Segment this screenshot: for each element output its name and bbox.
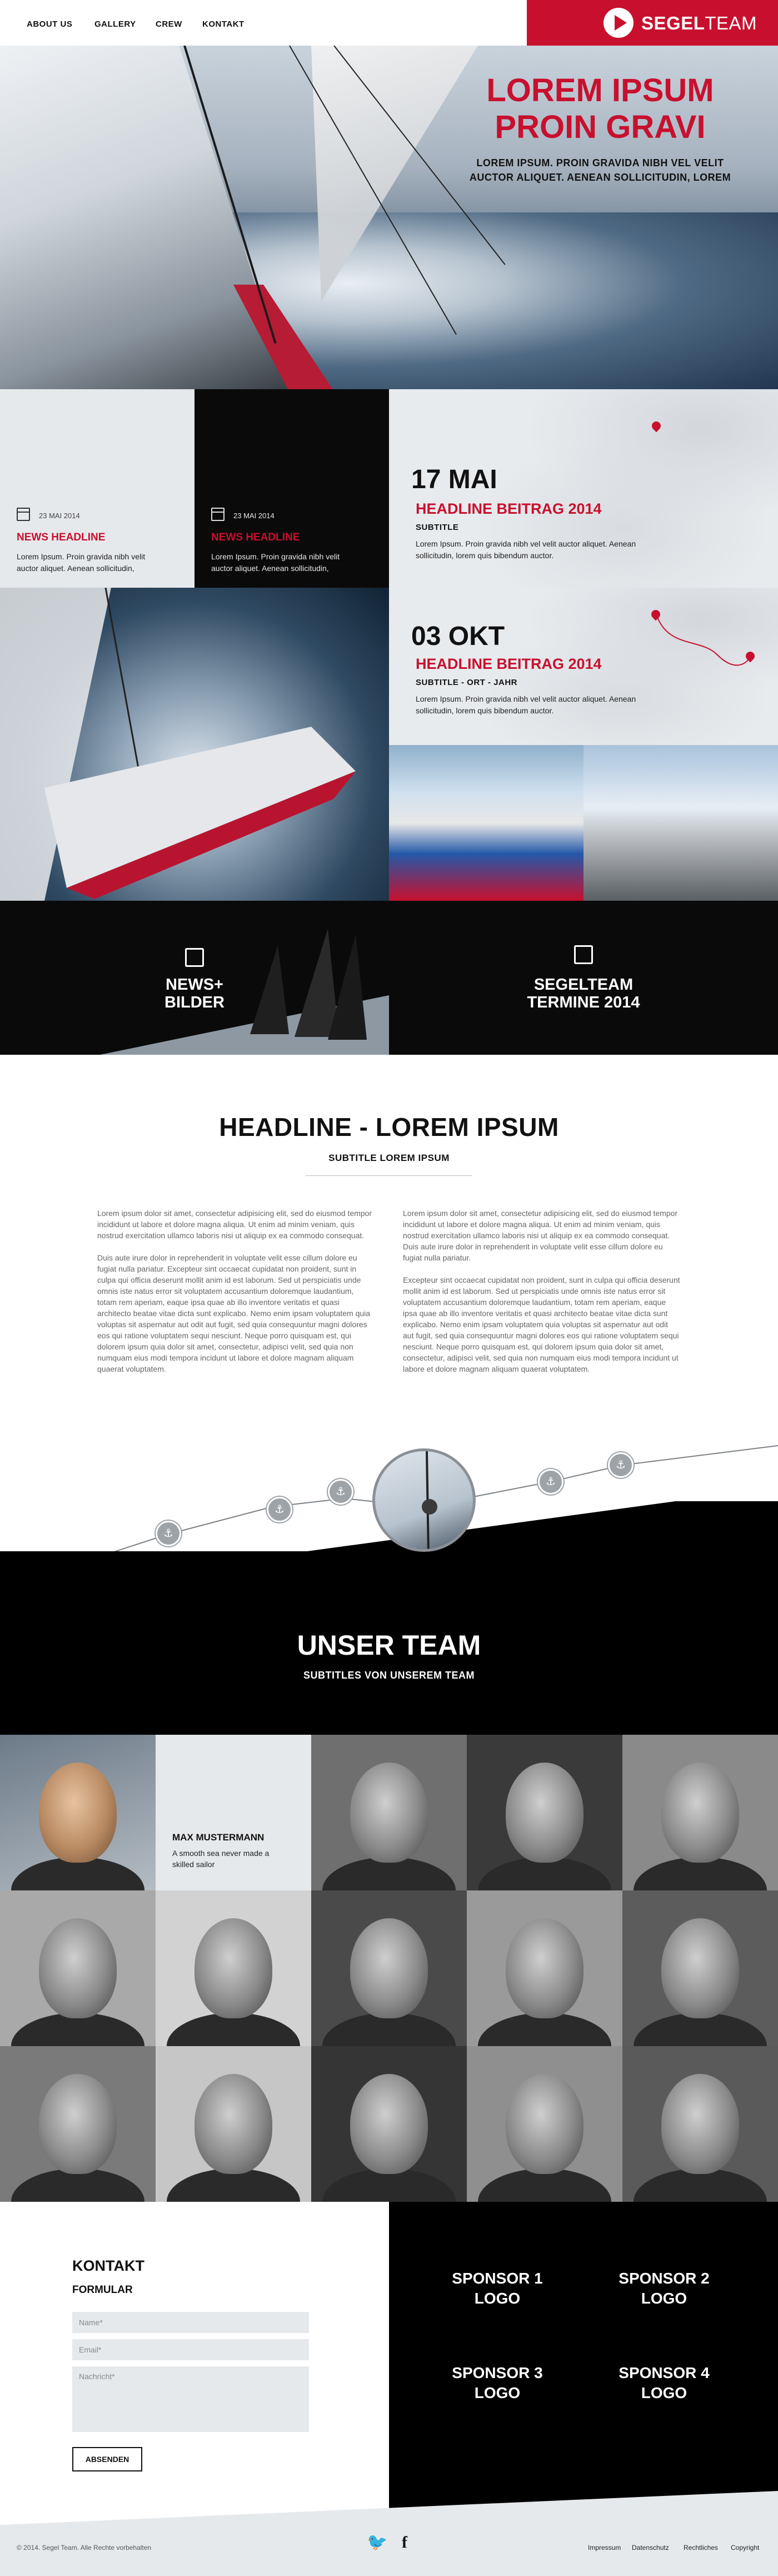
send-button[interactable]: ABSENDEN xyxy=(72,2447,142,2471)
team-member-photo[interactable] xyxy=(0,1890,156,2046)
team-member-photo[interactable] xyxy=(622,1735,778,1890)
event-card[interactable]: 17 MAI HEADLINE BEITRAG 2014 SUBTITLE Lo… xyxy=(389,389,778,588)
paragraph: Excepteur sint occaecat cupidatat non pr… xyxy=(403,1275,680,1373)
team-title: UNSER TEAM xyxy=(297,1630,481,1661)
timeline-node[interactable] xyxy=(608,1452,634,1478)
footer xyxy=(0,2491,778,2576)
news-date: 23 MAI 2014 xyxy=(233,512,275,520)
news-text: Lorem Ipsum. Proin gravida nibh velit au… xyxy=(211,552,340,573)
brand-logo[interactable]: SEGELTEAM xyxy=(527,0,778,46)
timeline-node[interactable] xyxy=(267,1497,292,1522)
footer-link-impressum[interactable]: Impressum xyxy=(588,2544,621,2552)
news-headline: NEWS HEADLINE xyxy=(211,532,300,543)
cta-news-label: NEWS+ BILDER xyxy=(0,976,389,1011)
contact-title: KONTAKT xyxy=(72,2257,144,2274)
team-member-photo[interactable] xyxy=(467,1890,622,2046)
cta-termine-label: SEGELTEAM TERMINE 2014 xyxy=(389,976,778,1011)
event-title: HEADLINE BEITRAG 2014 xyxy=(416,656,602,672)
team-member-card[interactable]: MAX MUSTERMANN A smooth sea never made a… xyxy=(156,1735,311,1890)
news-card[interactable]: 23 MAI 2014 NEWS HEADLINE Lorem Ipsum. P… xyxy=(0,389,194,588)
team-member-photo[interactable] xyxy=(311,1735,467,1890)
timeline-node[interactable] xyxy=(328,1479,353,1505)
content-column-left: Lorem ipsum dolor sit amet, consectetur … xyxy=(97,1208,375,1374)
member-description: A smooth sea never made a skilled sailor xyxy=(172,1849,270,1869)
hero-title: LOREM IPSUM PROIN GRAVI xyxy=(428,72,772,146)
footer-link-rechtliches[interactable]: Rechtliches xyxy=(684,2544,718,2552)
name-field[interactable] xyxy=(72,2312,309,2333)
hero-subtitle-line: AUCTOR ALIQUET. AENEAN SOLLICITUDIN, LOR… xyxy=(469,172,731,183)
deck-photo xyxy=(584,745,778,901)
calendar-icon xyxy=(17,508,30,521)
team-member-photo[interactable] xyxy=(467,1735,622,1890)
contact-subtitle: FORMULAR xyxy=(72,2284,133,2296)
flag-photo xyxy=(389,745,584,901)
calendar-icon xyxy=(211,508,225,521)
event-text: Lorem Ipsum. Proin gravida nibh vel veli… xyxy=(416,539,636,560)
member-name: MAX MUSTERMANN xyxy=(172,1832,265,1843)
news-card[interactable]: 23 MAI 2014 NEWS HEADLINE Lorem Ipsum. P… xyxy=(194,389,389,588)
paragraph: Lorem ipsum dolor sit amet, consectetur … xyxy=(403,1209,678,1262)
timeline-node[interactable] xyxy=(538,1469,563,1495)
hero-subtitle-line: LOREM IPSUM. PROIN GRAVIDA NIBH VEL VELI… xyxy=(476,157,724,168)
event-card[interactable]: 03 OKT HEADLINE BEITRAG 2014 SUBTITLE - … xyxy=(389,588,778,745)
sponsor-logo[interactable]: SPONSOR 2 LOGO xyxy=(595,2269,734,2309)
event-date: 17 MAI xyxy=(411,465,497,494)
timeline-featured-photo[interactable] xyxy=(372,1448,476,1552)
news-text: Lorem Ipsum. Proin gravida nibh velit au… xyxy=(17,552,146,573)
news-headline: NEWS HEADLINE xyxy=(17,532,106,543)
footer-link-datenschutz[interactable]: Datenschutz xyxy=(632,2544,669,2552)
message-field[interactable] xyxy=(72,2366,309,2432)
event-text: Lorem Ipsum. Proin gravida nibh vel veli… xyxy=(416,694,636,715)
event-title: HEADLINE BEITRAG 2014 xyxy=(416,500,602,517)
nav-link-kontakt[interactable]: KONTAKT xyxy=(202,19,245,29)
team-member-photo[interactable] xyxy=(467,2046,622,2202)
team-member-photo[interactable] xyxy=(622,1890,778,2046)
event-date: 03 OKT xyxy=(411,622,505,651)
email-field[interactable] xyxy=(72,2339,309,2360)
team-member-photo[interactable] xyxy=(156,2046,311,2202)
footer-link-copyright[interactable]: Copyright xyxy=(731,2544,759,2552)
event-subtitle: SUBTITLE - ORT - JAHR xyxy=(416,678,517,687)
copyright-text: © 2014. Segel Team. Alle Rechte vorbehal… xyxy=(17,2544,152,2552)
nav-link-about-us[interactable]: ABOUT US xyxy=(27,19,72,29)
calendar-icon xyxy=(574,945,593,964)
team-member-photo[interactable] xyxy=(622,2046,778,2202)
cta-termine-line: TERMINE 2014 xyxy=(527,994,640,1011)
facebook-icon[interactable]: f xyxy=(395,2533,415,2553)
timeline-node[interactable] xyxy=(156,1521,181,1546)
brand-name: SEGELTEAM xyxy=(641,13,757,33)
team-member-photo[interactable] xyxy=(0,1735,156,1890)
hero-title-line: PROIN GRAVI xyxy=(495,109,706,145)
team-member-photo[interactable] xyxy=(0,2046,156,2202)
sponsor-logo[interactable]: SPONSOR 1 LOGO xyxy=(428,2269,567,2309)
nav-link-crew[interactable]: CREW xyxy=(156,19,182,29)
hero-title-line: LOREM IPSUM xyxy=(486,72,714,108)
team-member-photo[interactable] xyxy=(156,1890,311,2046)
twitter-icon[interactable]: 🐦 xyxy=(367,2533,387,2553)
cta-news-bilder[interactable]: NEWS+ BILDER xyxy=(0,901,389,1055)
newspaper-icon xyxy=(185,948,204,967)
nav-link-gallery[interactable]: GALLERY xyxy=(94,19,136,29)
sponsor-logo[interactable]: SPONSOR 4 LOGO xyxy=(595,2363,734,2403)
section-subheadline: SUBTITLE LOREM IPSUM xyxy=(328,1153,450,1163)
sponsor-logo[interactable]: SPONSOR 3 LOGO xyxy=(428,2363,567,2403)
paragraph: Lorem ipsum dolor sit amet, consectetur … xyxy=(97,1209,372,1240)
sailing-photo xyxy=(0,588,389,901)
paragraph: Duis aute irure dolor in reprehenderit i… xyxy=(97,1253,371,1373)
event-subtitle: SUBTITLE xyxy=(416,523,459,532)
cta-termine[interactable]: SEGELTEAM TERMINE 2014 xyxy=(389,901,778,1055)
sponsor-area: SPONSOR 1 LOGO SPONSOR 2 LOGO SPONSOR 3 LOG… xyxy=(389,2202,778,2513)
play-icon xyxy=(604,8,634,38)
hero-subtitle: LOREM IPSUM. PROIN GRAVIDA NIBH VEL VELI… xyxy=(433,156,767,185)
cta-news-line: NEWS+ xyxy=(166,976,223,994)
cta-news-line: BILDER xyxy=(164,994,225,1011)
cta-termine-line: SEGELTEAM xyxy=(533,976,634,994)
divider xyxy=(306,1175,472,1176)
team-member-photo[interactable] xyxy=(311,2046,467,2202)
content-column-right: Lorem ipsum dolor sit amet, consectetur … xyxy=(403,1208,681,1374)
section-headline: HEADLINE - LOREM IPSUM xyxy=(219,1113,559,1141)
news-date: 23 MAI 2014 xyxy=(39,512,80,520)
team-subtitle: SUBTITLES VON UNSEREM TEAM xyxy=(303,1670,475,1681)
team-member-photo[interactable] xyxy=(311,1890,467,2046)
